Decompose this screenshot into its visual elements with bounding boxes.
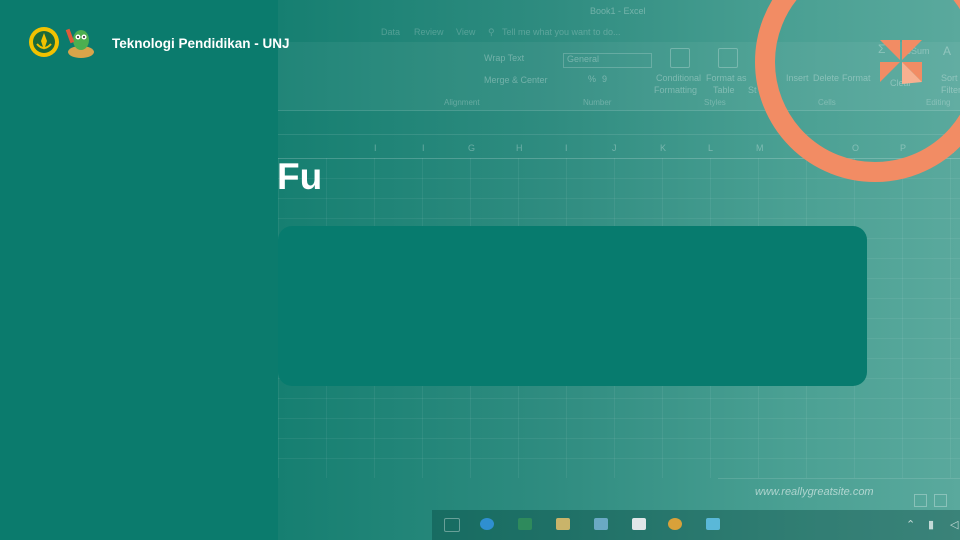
website-url: www.reallygreatsite.com	[755, 486, 874, 498]
slide-heading: Fu	[277, 156, 323, 197]
camera-app-icon	[706, 518, 720, 530]
excel-window-title: Book1 - Excel	[590, 6, 646, 16]
mail-icon	[632, 518, 646, 530]
battery-icon: ▮	[928, 519, 935, 531]
conditional-formatting-icon	[670, 48, 690, 68]
format-as-table-label-2: Table	[713, 85, 735, 95]
wrap-text-button: Wrap Text	[484, 53, 525, 63]
triangle-pattern-icon	[880, 40, 922, 84]
task-view-icon	[444, 518, 460, 532]
windows-taskbar	[432, 510, 960, 540]
conditional-formatting-label-2: Formatting	[654, 85, 698, 95]
group-number-label: Number	[583, 98, 612, 107]
folder-icon	[556, 518, 570, 530]
column-header: G	[468, 143, 476, 153]
format-as-table-icon	[718, 48, 738, 68]
column-header: H	[516, 143, 523, 153]
column-header: M	[756, 143, 764, 153]
edge-icon	[480, 518, 494, 530]
mascot-icon	[65, 28, 94, 58]
column-header: K	[660, 143, 667, 153]
number-format-dropdown: General	[563, 53, 652, 68]
ribbon-tab-review: Review	[414, 27, 444, 37]
unj-logo-icon	[29, 27, 59, 57]
format-as-table-label-1: Format as	[706, 73, 747, 83]
cell-styles-label: St	[748, 85, 757, 95]
ribbon-tab-data: Data	[381, 27, 401, 37]
page-layout-icon	[934, 494, 947, 507]
content-box	[278, 226, 867, 386]
column-header: I	[422, 143, 425, 153]
column-header: I	[374, 143, 377, 153]
percent-style-button: %	[588, 74, 597, 84]
tray-chevron-icon: ⌃	[906, 519, 916, 531]
chrome-icon	[668, 518, 682, 530]
ribbon-tab-view: View	[456, 27, 476, 37]
group-alignment-label: Alignment	[444, 98, 480, 107]
volume-icon: ◁	[950, 519, 959, 531]
normal-view-icon	[914, 494, 927, 507]
column-header: J	[612, 143, 617, 153]
conditional-formatting-label-1: Conditional	[656, 73, 702, 83]
site-title: Teknologi Pendidikan - UNJ	[112, 36, 290, 51]
column-header: L	[708, 143, 714, 153]
column-header: I	[565, 143, 568, 153]
comma-style-button: 9	[602, 74, 608, 84]
tell-me-search: Tell me what you want to do...	[502, 27, 621, 37]
store-icon	[594, 518, 608, 530]
search-icon: ⚲	[488, 27, 495, 37]
merge-center-button: Merge & Center	[484, 75, 548, 85]
group-styles-label: Styles	[704, 98, 726, 107]
excel-icon	[518, 518, 532, 530]
